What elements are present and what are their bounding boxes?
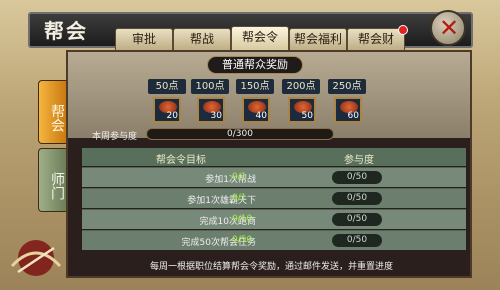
goal-progress: 0/50 [332,213,382,226]
close-icon: ✕ [439,14,460,42]
tab-approval[interactable]: 审批 [115,28,173,50]
notification-dot [398,25,408,35]
window-title: 帮会 [44,19,88,43]
tier-label: 50点 [148,79,186,94]
reward-count: 30 [210,111,222,121]
weekly-progress-value: 0/300 [227,129,253,139]
close-button[interactable]: ✕ [430,10,466,46]
weekly-progress-bar: 0/300 [146,128,334,140]
goal-progress: 0/50 [332,192,382,205]
reward-box[interactable]: 40 [242,97,270,123]
reward-box[interactable]: 60 [334,97,362,123]
tier-label: 250点 [328,79,366,94]
settlement-notice: 每周一根据职位结算帮会令奖励，通过邮件发送，并重置进度 [150,262,394,272]
reward-count: 50 [301,111,313,121]
side-tab-guild[interactable]: 帮会 [38,80,66,144]
table-row: 参加1次雄霸天下 0/1 0/50 [82,188,466,208]
tier-label: 150点 [236,79,274,94]
tab-guild-finance[interactable]: 帮会财 [347,28,405,50]
game-logo [10,240,62,276]
column-header-progress: 参与度 [344,155,374,166]
table-row: 完成10次跑商 0/10 0/50 [82,209,466,229]
reward-box[interactable]: 30 [197,97,225,123]
column-header-goal: 帮会令目标 [156,155,206,166]
tab-guild-war[interactable]: 帮战 [173,28,231,50]
goal-count: 0/1 [232,172,247,182]
tab-guild-order[interactable]: 帮会令 [231,26,289,50]
goal-text: 参加1次帮战 [205,175,256,185]
goal-progress: 0/50 [332,234,382,247]
goal-count: 0/10 [232,214,253,224]
table-header: 帮会令目标 参与度 [82,148,466,166]
reward-box[interactable]: 20 [153,97,181,123]
table-row: 参加1次帮战 0/1 0/50 [82,167,466,187]
table-row: 完成50次帮会任务 0/50 0/50 [82,230,466,250]
weekly-participation-label: 本周参与度 [92,132,138,142]
goal-count: 0/1 [232,193,247,203]
goal-count: 0/50 [232,235,253,245]
tier-label: 100点 [191,79,229,94]
tab-guild-welfare[interactable]: 帮会福利 [289,28,347,50]
reward-count: 60 [347,111,359,121]
goal-progress: 0/50 [332,171,382,184]
side-tab-mentor[interactable]: 师门 [38,148,66,212]
tier-label: 200点 [282,79,320,94]
reward-count: 40 [255,111,267,121]
guild-order-table: 帮会令目标 参与度 参加1次帮战 0/1 0/50 参加1次雄霸天下 0/1 0… [82,148,466,252]
reward-count: 20 [166,111,178,121]
reward-title: 普通帮众奖励 [207,56,303,74]
reward-box[interactable]: 50 [288,97,316,123]
